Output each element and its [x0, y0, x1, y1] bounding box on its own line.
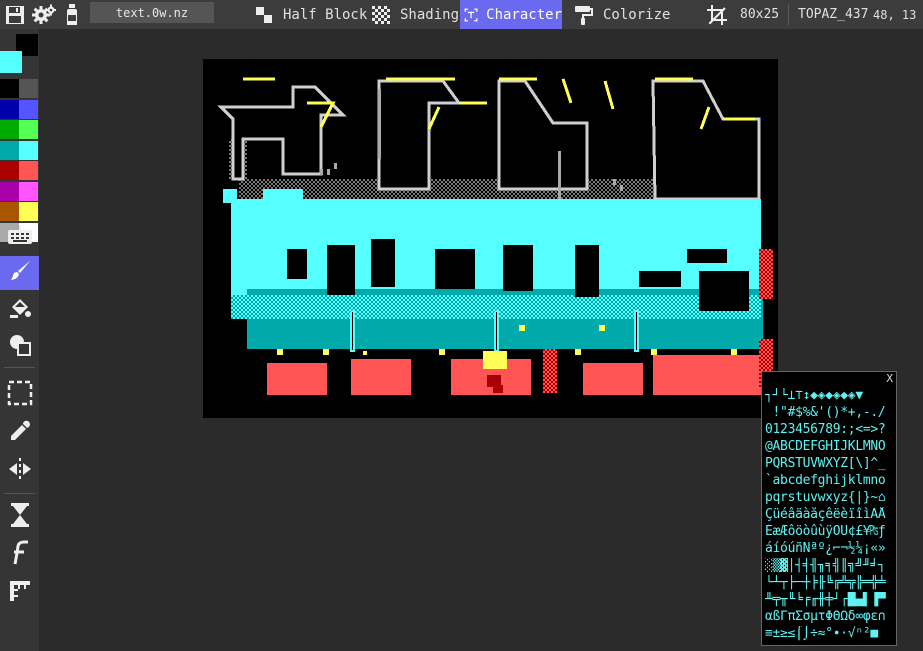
eyedropper-tool[interactable]	[0, 416, 39, 450]
font-tool[interactable]	[0, 538, 39, 572]
paint-roller-icon	[575, 5, 593, 25]
palette-swatch[interactable]	[19, 140, 38, 160]
tab-character-label: Character	[486, 6, 562, 23]
save-icon[interactable]	[5, 0, 27, 29]
fill-bucket-tool[interactable]	[0, 294, 39, 328]
bottle-icon[interactable]	[63, 0, 83, 29]
ruler-icon	[8, 579, 32, 607]
palette-swatch[interactable]	[0, 79, 19, 98]
close-icon[interactable]: X	[886, 373, 893, 385]
char-picker-row[interactable]: ÇüéâäàåçêëèïîìÄÅ	[765, 507, 895, 523]
crop-icon[interactable]	[706, 0, 730, 29]
palette-swatch[interactable]	[19, 120, 38, 139]
char-picker-row[interactable]: @ABCDEFGHIJKLMNO	[765, 439, 895, 455]
keyboard-icon	[7, 224, 33, 250]
hourglass-tool[interactable]	[0, 500, 39, 534]
char-picker-row[interactable]: ┐┘└⊥⊤↕◆◈◆◈◆◈▼	[765, 388, 895, 404]
palette-swatch[interactable]	[0, 120, 19, 139]
foreground-color-swatch[interactable]	[0, 51, 22, 73]
current-colors[interactable]	[0, 29, 39, 73]
selection-tool[interactable]	[0, 378, 39, 412]
palette-swatch[interactable]	[0, 140, 19, 160]
half-block-icon	[256, 6, 272, 23]
palette-swatch[interactable]	[19, 161, 38, 180]
tab-colorize-label: Colorize	[603, 6, 671, 23]
tool-separator	[4, 493, 35, 494]
shapes-tool[interactable]	[0, 330, 39, 364]
tool-separator	[4, 367, 35, 368]
char-picker-row[interactable]: ╨╤╥╙╘╒╓╫╪┘┌█▄▌▐▀	[765, 592, 895, 608]
char-picker-row[interactable]: 0123456789:;<=>?	[765, 422, 895, 438]
palette-swatch[interactable]	[19, 79, 38, 98]
settings-gear-icon[interactable]	[32, 0, 56, 29]
mirror-icon	[7, 457, 33, 485]
char-picker-row[interactable]: ≡±≥≤⌠⌡÷≈°∙·√ⁿ²■	[765, 626, 895, 642]
ansi-canvas[interactable]	[203, 59, 778, 418]
char-picker-row[interactable]: pqrstuvwxyz{|}~⌂	[765, 490, 895, 506]
shapes-icon	[8, 333, 32, 361]
eyedropper-icon	[8, 419, 32, 447]
hourglass-icon	[9, 502, 31, 532]
toolbar-divider	[788, 4, 789, 25]
selection-icon	[7, 380, 33, 410]
tab-half-block[interactable]: Half Block	[253, 0, 373, 29]
mirror-tool[interactable]	[0, 454, 39, 488]
ruler-tool[interactable]	[0, 576, 39, 610]
canvas-size[interactable]: 80x25	[740, 0, 779, 29]
palette-swatch[interactable]	[0, 99, 19, 119]
palette-swatch[interactable]	[0, 161, 19, 180]
font-icon	[8, 540, 32, 570]
char-picker-row[interactable]: αßΓπΣσµτΦΘΩδ∞φε∩	[765, 609, 895, 625]
cursor-position: 48, 13	[873, 7, 917, 22]
palette-swatch[interactable]	[19, 99, 38, 119]
ansi-artwork	[217, 77, 773, 395]
tab-character[interactable]: Character	[460, 0, 562, 29]
art-flower	[475, 351, 515, 393]
palette-swatch[interactable]	[0, 202, 19, 221]
char-picker-row[interactable]: ░▒▓│┤╡╢╖╕╣║╗╝╜╛┐	[765, 558, 895, 574]
font-name[interactable]: TOPAZ_437	[798, 0, 868, 29]
shading-icon	[372, 5, 390, 24]
char-picker-row[interactable]: `abcdefghijklmno	[765, 473, 895, 489]
tab-shading-label: Shading	[400, 6, 460, 23]
fill-bucket-icon	[8, 297, 32, 325]
tab-colorize[interactable]: Colorize	[573, 0, 676, 29]
char-picker-row[interactable]: └┴┬├─┼╞╟╚╔╩╦╠═╬╧	[765, 575, 895, 591]
palette-swatch[interactable]	[19, 202, 38, 221]
char-picker-row[interactable]: PQRSTUVWXYZ[\]^_	[765, 456, 895, 472]
keyboard-tool[interactable]	[0, 220, 39, 254]
char-picker-row[interactable]: áíóúñÑªº¿⌐¬½¼¡«»	[765, 541, 895, 557]
character-icon	[464, 8, 478, 21]
tab-shading[interactable]: Shading	[370, 0, 465, 29]
top-toolbar: text.0w.nz Half Block Shading Character …	[0, 0, 923, 29]
left-sidebar	[0, 29, 39, 651]
palette-swatch[interactable]	[19, 181, 38, 201]
char-picker-row[interactable]: !"#$%&'()*+,-./	[765, 405, 895, 421]
brush-icon	[8, 259, 32, 287]
brush-tool[interactable]	[0, 256, 39, 290]
character-picker[interactable]: X ┐┘└⊥⊤↕◆◈◆◈◆◈▼ !"#$%&'()*+,-./012345678…	[761, 371, 897, 646]
char-picker-row[interactable]: ÉæÆôöòûùÿÖÜ¢£¥₧ƒ	[765, 524, 895, 540]
color-palette	[0, 79, 39, 243]
tab-half-block-label: Half Block	[283, 6, 368, 23]
palette-swatch[interactable]	[0, 181, 19, 201]
filename-field[interactable]: text.0w.nz	[90, 2, 214, 23]
